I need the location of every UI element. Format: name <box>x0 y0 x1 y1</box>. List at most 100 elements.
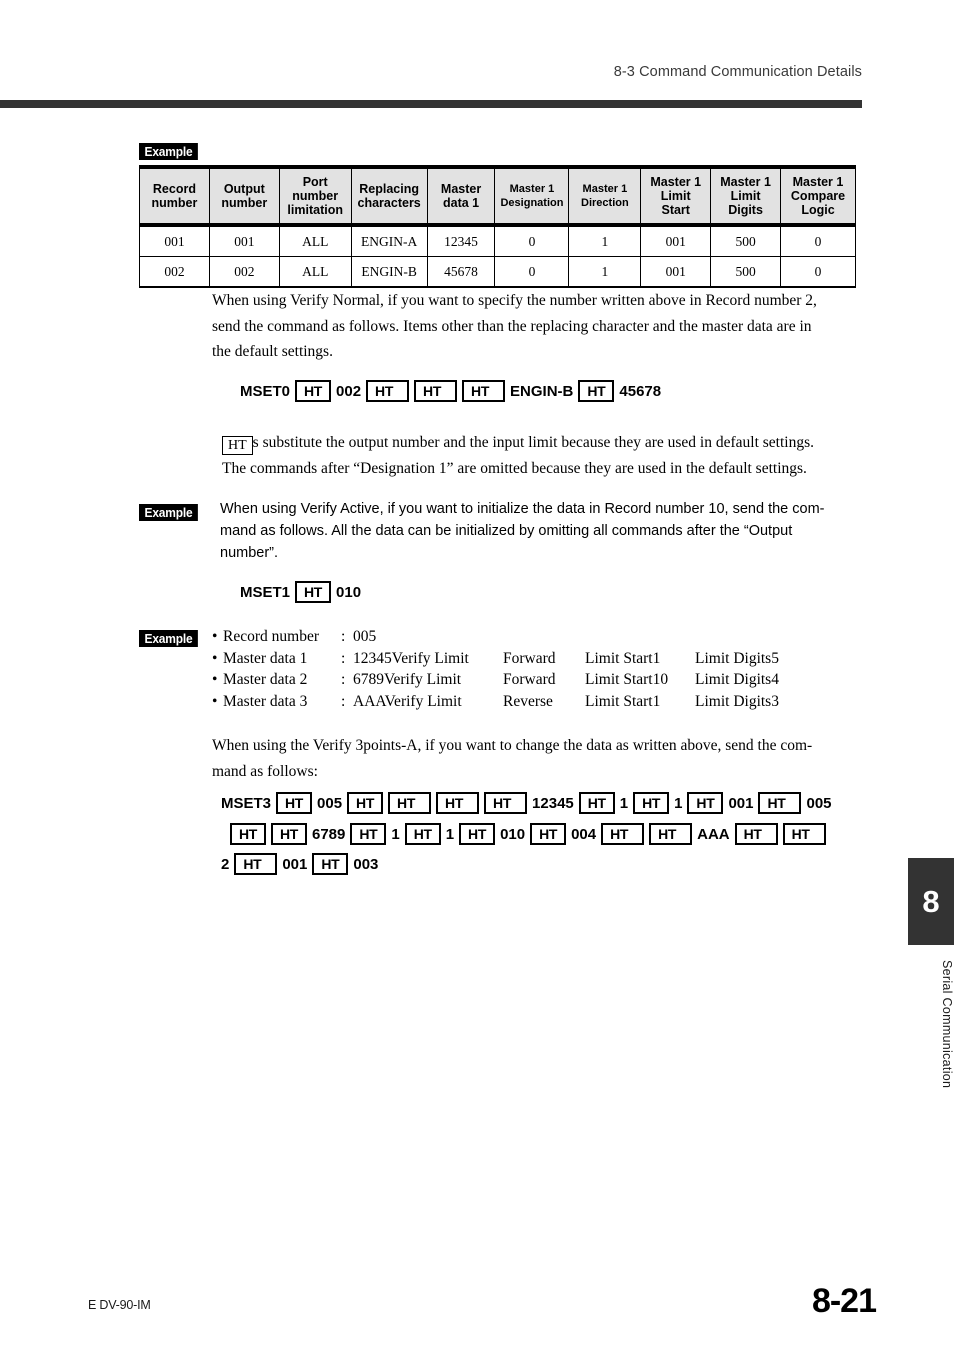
example-badge-label: Example <box>139 504 198 521</box>
cmd-token-replacing-characters: ENGIN-B <box>510 382 574 400</box>
header-divider-rule <box>0 100 862 108</box>
cell-master-1-compare-logic: 0 <box>780 256 856 288</box>
cmd-token: 1 <box>674 794 683 812</box>
cmd-token-record-number: 010 <box>336 583 362 601</box>
ht-token: HT <box>633 792 670 814</box>
cmd-token: 2 <box>221 855 230 873</box>
spec-value-4 <box>695 626 805 648</box>
col-header-replacing-characters: Replacing characters <box>350 165 428 227</box>
ht-token: HT <box>295 581 332 603</box>
spec-value-3: Limit Start1 <box>585 649 661 667</box>
paragraph-line: mand as follows. All the data can be ini… <box>220 523 793 539</box>
paragraph-verify-3points: When using the Verify 3points-A, if you … <box>212 733 862 784</box>
cell-master-1-direction: 1 <box>568 256 642 288</box>
ht-token: HT <box>436 792 480 814</box>
ht-token: HT <box>530 823 567 845</box>
col-header-port-number-limitation: Port number limitation <box>278 165 352 227</box>
cmd-token: 001 <box>282 855 308 873</box>
paragraph-verify-normal: When using Verify Normal, if you want to… <box>212 288 862 365</box>
spec-value-2: Forward <box>503 671 556 688</box>
cmd-token: 001 <box>728 794 754 812</box>
spec-label: Master data 1 <box>223 649 308 667</box>
cmd-token: 005 <box>806 794 832 812</box>
col-header-master-1-compare-logic: Master 1 Compare Logic <box>780 165 856 227</box>
list-item: • Record number : 005 <box>212 626 805 648</box>
ht-token: HT <box>459 823 496 845</box>
ht-token: HT <box>271 823 307 845</box>
spec-value-1: AAAVerify Limit <box>353 692 462 710</box>
cell-master-data-1: 45678 <box>426 256 496 288</box>
ht-token: HT <box>758 792 802 814</box>
list-item: • Master data 2 : 6789Verify Limit Forwa… <box>212 669 805 691</box>
ht-token: HT <box>649 823 693 845</box>
cell-port-number-limitation: ALL <box>278 256 352 288</box>
ht-token: HT <box>414 380 458 402</box>
spec-value-4: Limit Digits4 <box>695 671 779 688</box>
paragraph-line: number”. <box>220 545 279 561</box>
cell-output-number: 001 <box>208 224 280 257</box>
ht-token: HT <box>347 792 384 814</box>
cmd-token: 1 <box>445 825 455 843</box>
cell-record-number: 001 <box>139 224 210 257</box>
spec-value-2 <box>503 626 585 648</box>
spec-colon: : <box>341 692 346 710</box>
cell-master-1-limit-start: 001 <box>640 256 712 288</box>
paragraph-line: When using Verify Normal, if you want to… <box>212 292 817 309</box>
ht-token: HT <box>234 853 278 875</box>
chapter-tab-number: 8 <box>908 858 954 945</box>
spec-value-3 <box>585 626 695 648</box>
spec-label: Master data 2 <box>223 671 308 688</box>
spec-value-2: Forward <box>503 649 556 667</box>
example-badge-2: Example <box>139 504 203 522</box>
ht-token: HT <box>312 853 349 875</box>
command-line-mset3-part1: MSET3 HT 005 HT HT HT HT 12345 HT 1 HT 1… <box>221 792 837 814</box>
cmd-token: 004 <box>571 825 597 843</box>
list-item: • Master data 1 : 12345Verify Limit Forw… <box>212 648 805 670</box>
cell-master-1-direction: 1 <box>568 224 642 257</box>
paragraph-line: When using Verify Active, if you want to… <box>220 501 825 517</box>
col-header-master-data-1: Master data 1 <box>426 165 496 227</box>
page-header-title: 8-3 Command Communication Details <box>613 64 862 80</box>
table-row: 002 002 ALL ENGIN-B 45678 0 1 001 500 0 <box>139 256 856 288</box>
paragraph-line: When using the Verify 3points-A, if you … <box>212 737 813 754</box>
cell-master-1-limit-start: 001 <box>640 224 712 257</box>
command-line-mset3-part3: 2 HT 001 HT 003 <box>221 853 383 875</box>
bullet-icon: • <box>212 649 218 667</box>
spec-value-1: 12345Verify Limit <box>353 649 469 667</box>
cmd-token: 12345 <box>532 794 574 812</box>
cell-port-number-limitation: ALL <box>278 224 352 257</box>
footer-page-number: 8-21 <box>811 1282 877 1320</box>
cell-master-1-designation: 0 <box>494 224 570 257</box>
spec-value-4: Limit Digits3 <box>695 692 779 710</box>
cell-master-1-designation: 0 <box>494 256 570 288</box>
record-settings-table: Record number Output number Port number … <box>139 165 856 288</box>
ht-token: HT <box>404 823 441 845</box>
ht-token: HT <box>578 792 615 814</box>
ht-token: HT <box>462 380 506 402</box>
ht-token: HT <box>687 792 724 814</box>
paragraph-ht-explanation: HT s substitute the output number and the… <box>222 430 862 481</box>
col-header-master-1-designation: Master 1 Designation <box>494 165 570 227</box>
ht-token: HT <box>350 823 387 845</box>
col-header-record-number: Record number <box>139 165 210 227</box>
table-body: 001 001 ALL ENGIN-A 12345 0 1 001 500 0 … <box>139 224 856 288</box>
table-header-row: Record number Output number Port number … <box>139 165 856 227</box>
cmd-token-mset1: MSET1 <box>240 583 291 601</box>
example-badge-1: Example <box>139 143 203 161</box>
example-badge-3: Example <box>139 630 203 648</box>
ht-token: HT <box>601 823 645 845</box>
example-badge-label: Example <box>139 630 198 647</box>
paragraph-line: send the command as follows. Items other… <box>212 317 812 335</box>
paragraph-verify-active: When using Verify Active, if you want to… <box>220 498 862 564</box>
col-header-master-1-direction: Master 1 Direction <box>568 165 642 227</box>
cmd-token-mset0: MSET0 <box>240 382 291 400</box>
spec-colon: : <box>341 628 346 645</box>
cell-master-data-1: 12345 <box>426 224 496 257</box>
spec-value-4: Limit Digits5 <box>695 649 779 667</box>
command-line-mset1: MSET1 HT 010 <box>240 581 366 603</box>
bullet-icon: • <box>212 628 218 645</box>
cell-replacing-characters: ENGIN-A <box>350 224 428 257</box>
cmd-token: 003 <box>353 855 379 873</box>
spec-value-3: Limit Start1 <box>585 692 661 710</box>
ht-token: HT <box>388 792 432 814</box>
